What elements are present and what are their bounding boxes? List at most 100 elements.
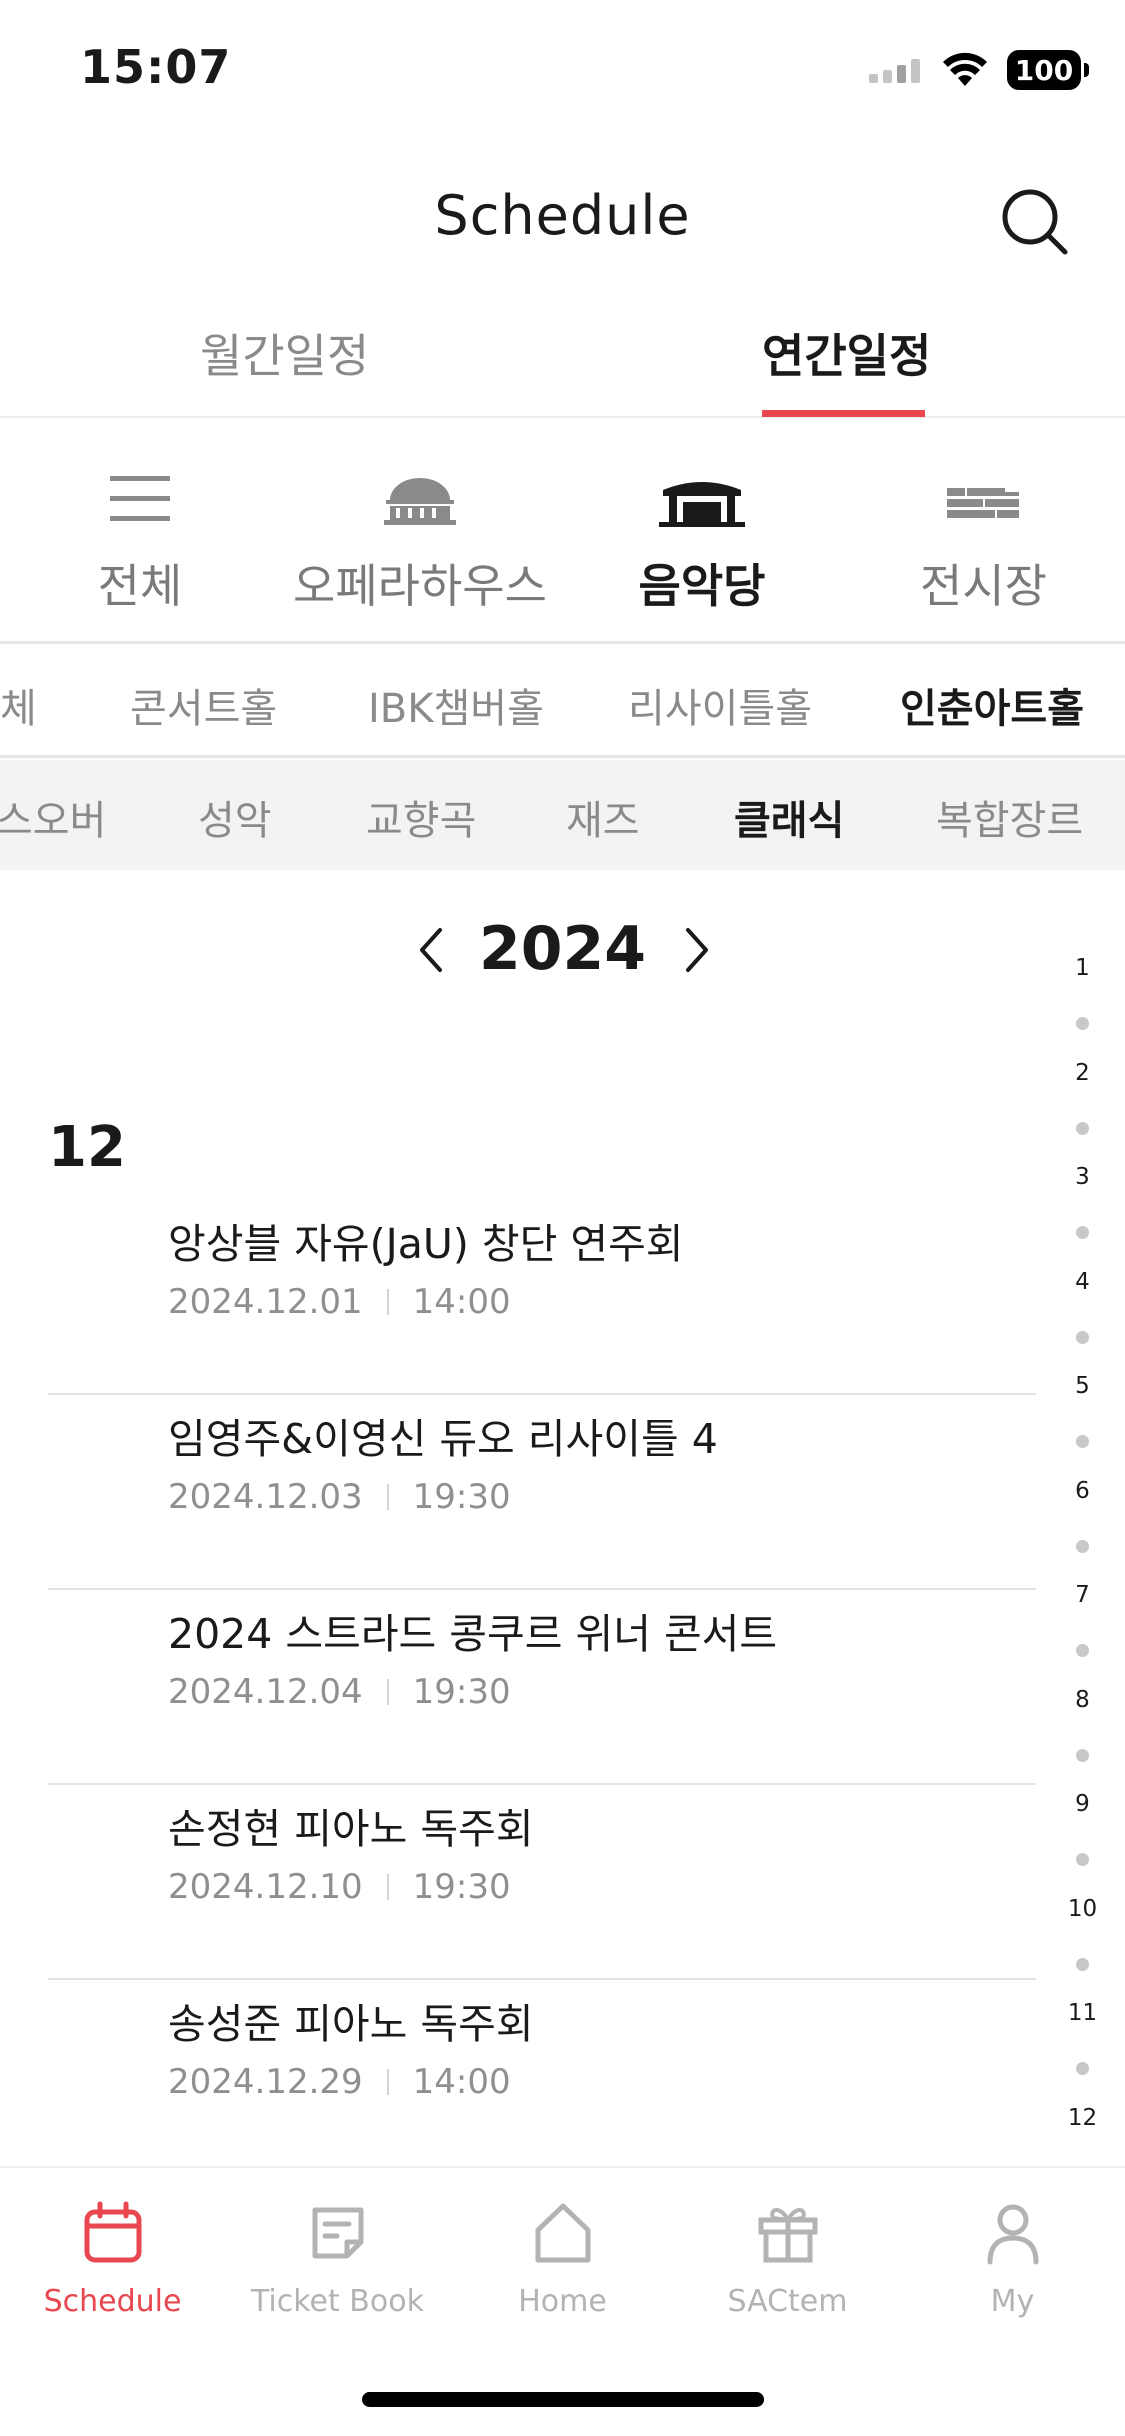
event-meta: 2024.12.03 19:30	[168, 1477, 511, 1517]
event-date: 2024.12.01	[168, 1282, 363, 1322]
event-meta: 2024.12.01 14:00	[168, 1282, 511, 1322]
nav-sactem[interactable]: SACtem	[675, 2198, 900, 2319]
month-index-dot	[1076, 1749, 1089, 1762]
event-date: 2024.12.04	[168, 1672, 363, 1712]
venue-label: 전체	[97, 559, 183, 613]
active-tab-indicator	[762, 410, 925, 417]
month-index-item[interactable]: 8	[1040, 1687, 1125, 1713]
wifi-icon	[943, 52, 987, 86]
month-index-dot	[1076, 1226, 1089, 1239]
meta-divider	[386, 1874, 389, 1900]
nav-my[interactable]: My	[900, 2198, 1125, 2319]
event-time: 19:30	[412, 1672, 511, 1712]
ticket-book-icon	[312, 2207, 363, 2259]
venue-exhibition[interactable]: 전시장	[920, 468, 1047, 616]
tab-monthly[interactable]: 월간일정	[200, 320, 369, 386]
month-index-item[interactable]: 1	[1040, 955, 1125, 981]
cellular-signal-icon	[869, 59, 920, 83]
year-label: 2024	[479, 914, 646, 984]
venue-label: 음악당	[638, 559, 766, 613]
nav-label: Home	[518, 2284, 607, 2319]
event-time: 14:00	[412, 2062, 511, 2102]
venue-concert-hall[interactable]: 음악당	[630, 468, 774, 616]
month-index-item[interactable]: 12	[1040, 2105, 1125, 2131]
month-index-item[interactable]: 3	[1040, 1164, 1125, 1190]
event-title: 손정현 피아노 독주회	[168, 1805, 534, 1853]
genre-item-crossover[interactable]: 스오버	[0, 788, 106, 846]
page-title: Schedule	[434, 184, 691, 247]
genre-filter: 스오버 성악 교향곡 재즈 클래식 복합장르	[0, 760, 1125, 870]
event-time: 19:30	[412, 1477, 511, 1517]
event-time: 19:30	[412, 1867, 511, 1907]
venue-all[interactable]: 전체	[90, 468, 190, 616]
month-index-item[interactable]: 7	[1040, 1582, 1125, 1608]
tab-yearly[interactable]: 연간일정	[762, 320, 931, 386]
month-index-item[interactable]: 9	[1040, 1791, 1125, 1817]
month-index-item[interactable]: 2	[1040, 1060, 1125, 1086]
status-time: 15:07	[80, 40, 232, 94]
event-meta: 2024.12.04 19:30	[168, 1672, 511, 1712]
gift-icon	[758, 2208, 817, 2263]
month-index-dot	[1076, 2062, 1089, 2075]
search-button[interactable]	[995, 182, 1075, 262]
opera-house-icon	[384, 478, 456, 525]
hall-item-inchun-art[interactable]: 인춘아트홀	[900, 676, 1084, 734]
event-meta: 2024.12.10 19:30	[168, 1867, 511, 1907]
next-year-button[interactable]	[672, 922, 722, 978]
status-bar: 15:07 100	[0, 0, 1125, 135]
menu-icon	[110, 476, 170, 521]
month-index-dot	[1076, 1540, 1089, 1553]
venue-label: 오페라하우스	[293, 559, 547, 613]
event-item[interactable]: 앙상블 자유(JaU) 창단 연주회 2024.12.01 14:00	[48, 1200, 1036, 1395]
month-index-item[interactable]: 10	[1040, 1896, 1125, 1922]
hall-item-all[interactable]: 체	[0, 676, 37, 734]
header: Schedule	[0, 160, 1125, 280]
year-navigator: 2024	[0, 900, 1040, 1000]
event-date: 2024.12.03	[168, 1477, 363, 1517]
nav-schedule[interactable]: Schedule	[0, 2198, 225, 2319]
nav-home[interactable]: Home	[450, 2198, 675, 2319]
event-item[interactable]: 송성준 피아노 독주회 2024.12.29 14:00	[48, 1980, 1036, 2175]
prev-year-button[interactable]	[406, 922, 456, 978]
chevron-left-icon	[420, 928, 442, 972]
genre-item-vocal[interactable]: 성악	[198, 788, 272, 846]
nav-label: My	[990, 2284, 1035, 2319]
venue-opera-house[interactable]: 오페라하우스	[292, 468, 548, 616]
event-item[interactable]: 손정현 피아노 독주회 2024.12.10 19:30	[48, 1785, 1036, 1980]
month-index-dot	[1076, 1644, 1089, 1657]
chevron-right-icon	[686, 928, 708, 972]
month-index-dot	[1076, 1435, 1089, 1448]
exhibition-icon	[947, 488, 1019, 518]
hall-item-concert-hall[interactable]: 콘서트홀	[130, 676, 277, 734]
search-icon	[1002, 189, 1068, 255]
month-index-item[interactable]: 6	[1040, 1478, 1125, 1504]
event-item[interactable]: 2024 스트라드 콩쿠르 위너 콘서트 2024.12.04 19:30	[48, 1590, 1036, 1785]
nav-ticket-book[interactable]: Ticket Book	[225, 2198, 450, 2319]
month-index-item[interactable]: 4	[1040, 1269, 1125, 1295]
month-index-dot	[1076, 1958, 1089, 1971]
genre-item-classical[interactable]: 클래식	[734, 788, 844, 846]
period-tabs: 월간일정 연간일정	[0, 300, 1125, 418]
calendar-icon	[84, 2201, 141, 2263]
nav-label: Schedule	[43, 2284, 182, 2319]
hall-item-ibk-chamber[interactable]: IBK챔버홀	[368, 676, 544, 734]
month-index-item[interactable]: 5	[1040, 1373, 1125, 1399]
genre-item-jazz[interactable]: 재즈	[566, 788, 640, 846]
venue-label: 전시장	[920, 559, 1047, 613]
home-icon	[535, 2203, 590, 2263]
event-title: 송성준 피아노 독주회	[168, 2000, 534, 2048]
month-index-dot	[1076, 1331, 1089, 1344]
event-title: 임영주&이영신 듀오 리사이틀 4	[168, 1415, 718, 1463]
meta-divider	[386, 1484, 389, 1510]
genre-item-mixed[interactable]: 복합장르	[936, 788, 1083, 846]
hall-item-recital[interactable]: 리사이틀홀	[628, 676, 812, 734]
month-index-dot	[1076, 1853, 1089, 1866]
month-heading: 12	[48, 1115, 126, 1180]
event-item[interactable]: 임영주&이영신 듀오 리사이틀 4 2024.12.03 19:30	[48, 1395, 1036, 1590]
concert-hall-icon	[659, 482, 745, 527]
month-index-dot	[1076, 1017, 1089, 1030]
genre-item-symphony[interactable]: 교향곡	[366, 788, 476, 846]
event-title: 2024 스트라드 콩쿠르 위너 콘서트	[168, 1610, 778, 1658]
month-index-item[interactable]: 11	[1040, 2000, 1125, 2026]
person-icon	[987, 2204, 1038, 2265]
